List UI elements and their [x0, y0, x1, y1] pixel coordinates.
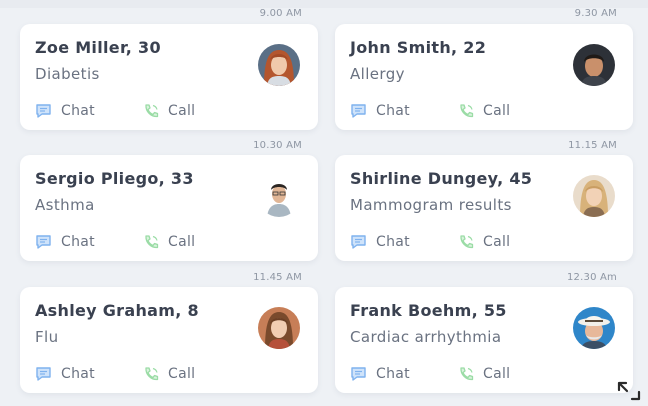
patient-name: Ashley Graham, 8 [35, 301, 199, 320]
appointment-time: 11.45 AM [253, 272, 302, 283]
patient-avatar[interactable] [258, 44, 300, 86]
patient-name: John Smith, 22 [350, 38, 487, 57]
appointment-time: 9.00 AM [259, 8, 302, 19]
patient-name: Frank Boehm, 55 [350, 301, 507, 320]
call-button[interactable]: Call [457, 364, 510, 384]
chat-label: Chat [376, 366, 410, 382]
call-label: Call [168, 234, 196, 250]
appointment-time: 9.30 AM [574, 8, 617, 19]
chat-label: Chat [376, 103, 410, 119]
chat-button[interactable]: Chat [350, 232, 410, 252]
appointment-card[interactable]: Frank Boehm, 55 Cardiac arrhythmia Chat … [335, 287, 633, 393]
card-actions: Chat Call [35, 364, 295, 384]
card-actions: Chat Call [350, 232, 610, 252]
chat-bubble-icon [35, 366, 53, 382]
card-actions: Chat Call [350, 101, 610, 121]
phone-icon [142, 234, 160, 250]
call-label: Call [483, 103, 511, 119]
patient-avatar[interactable] [573, 175, 615, 217]
patient-avatar[interactable] [573, 44, 615, 86]
chat-button[interactable]: Chat [350, 364, 410, 384]
call-button[interactable]: Call [142, 364, 195, 384]
chat-bubble-icon [35, 103, 53, 119]
patient-avatar[interactable] [258, 307, 300, 349]
chat-label: Chat [61, 234, 95, 250]
phone-icon [457, 234, 475, 250]
chat-button[interactable]: Chat [35, 101, 95, 121]
appointment-card[interactable]: John Smith, 22 Allergy Chat Call [335, 24, 633, 130]
phone-icon [457, 366, 475, 382]
appointment-time: 12.30 Am [567, 272, 617, 283]
appointment-card[interactable]: Zoe Miller, 30 Diabetis Chat Call [20, 24, 318, 130]
chat-button[interactable]: Chat [35, 364, 95, 384]
call-label: Call [483, 234, 511, 250]
phone-icon [142, 103, 160, 119]
chat-label: Chat [61, 103, 95, 119]
appointment-time: 11.15 AM [568, 140, 617, 151]
appointments-grid: 9.00 AM Zoe Miller, 30 Diabetis Chat Cal… [0, 0, 648, 404]
call-button[interactable]: Call [142, 101, 195, 121]
call-button[interactable]: Call [142, 232, 195, 252]
chat-bubble-icon [35, 234, 53, 250]
call-button[interactable]: Call [457, 101, 510, 121]
patient-condition: Mammogram results [350, 196, 512, 214]
patient-condition: Cardiac arrhythmia [350, 328, 502, 346]
phone-icon [142, 366, 160, 382]
chat-button[interactable]: Chat [35, 232, 95, 252]
patient-condition: Flu [35, 328, 59, 346]
card-actions: Chat Call [350, 364, 610, 384]
patient-condition: Asthma [35, 196, 95, 214]
card-actions: Chat Call [35, 101, 295, 121]
patient-avatar[interactable] [258, 175, 300, 217]
appointment-card[interactable]: Sergio Pliego, 33 Asthma Chat Call [20, 155, 318, 261]
chat-bubble-icon [350, 234, 368, 250]
card-actions: Chat Call [35, 232, 295, 252]
phone-icon [457, 103, 475, 119]
patient-condition: Allergy [350, 65, 405, 83]
chat-bubble-icon [350, 103, 368, 119]
patient-name: Zoe Miller, 30 [35, 38, 161, 57]
call-button[interactable]: Call [457, 232, 510, 252]
expand-arrows-icon[interactable] [616, 380, 642, 402]
call-label: Call [483, 366, 511, 382]
chat-bubble-icon [350, 366, 368, 382]
appointment-card[interactable]: Ashley Graham, 8 Flu Chat Call [20, 287, 318, 393]
appointment-card[interactable]: Shirline Dungey, 45 Mammogram results Ch… [335, 155, 633, 261]
appointment-time: 10.30 AM [253, 140, 302, 151]
patient-avatar[interactable] [573, 307, 615, 349]
call-label: Call [168, 103, 196, 119]
patient-condition: Diabetis [35, 65, 100, 83]
chat-button[interactable]: Chat [350, 101, 410, 121]
call-label: Call [168, 366, 196, 382]
chat-label: Chat [61, 366, 95, 382]
patient-name: Sergio Pliego, 33 [35, 169, 194, 188]
chat-label: Chat [376, 234, 410, 250]
patient-name: Shirline Dungey, 45 [350, 169, 533, 188]
